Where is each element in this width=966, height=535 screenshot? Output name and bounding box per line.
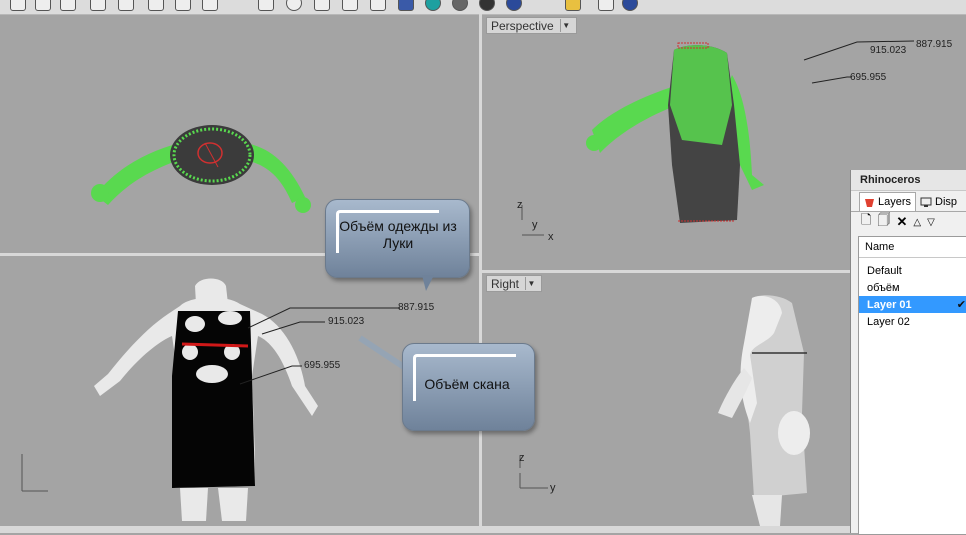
move-up-icon[interactable]: △ — [913, 217, 921, 228]
tab-label: Disp — [935, 196, 958, 208]
shaded-sphere-icon[interactable] — [452, 0, 468, 11]
move-down-icon[interactable]: ▽ — [927, 217, 935, 228]
dimension-label: 915.023 — [328, 316, 365, 327]
freeform-tool-icon[interactable] — [60, 0, 76, 11]
lock-icon[interactable] — [370, 0, 386, 11]
rendered-sphere-icon[interactable] — [479, 0, 495, 11]
right-view-scan — [519, 295, 810, 526]
layer-row-layer-02[interactable]: Layer 02 — [859, 313, 966, 330]
zoom-window-icon[interactable] — [118, 0, 134, 11]
status-bar — [0, 526, 850, 533]
axis-z-label: z — [519, 452, 525, 464]
panel-tabs: Layers Disp — [851, 191, 966, 212]
dimension-label: 887.915 — [398, 302, 435, 313]
layers-panel: Rhinoceros Layers Disp 🗋 🗍 ✕ △ ▽ Name De… — [850, 170, 966, 535]
new-layer-icon[interactable]: 🗋 — [861, 211, 871, 233]
layer-row-layer-01[interactable]: Layer 01 ✔ — [859, 296, 966, 313]
monitor-icon — [920, 197, 932, 207]
callout-garment-volume: Объём одежды из Луки — [325, 199, 470, 291]
environment-icon[interactable] — [506, 0, 522, 11]
panel-title: Rhinoceros — [851, 170, 966, 191]
polyline-tool-icon[interactable] — [10, 0, 26, 11]
current-layer-check-icon[interactable]: ✔ — [957, 298, 966, 311]
zoom-icon[interactable] — [90, 0, 106, 11]
layer-name: Layer 01 — [867, 298, 912, 311]
layer-row-volume[interactable]: объём — [859, 279, 966, 296]
circle-tool-icon[interactable] — [286, 0, 302, 11]
material-icon[interactable] — [425, 0, 441, 11]
layer-name: Default — [867, 264, 902, 277]
help-icon[interactable] — [622, 0, 638, 11]
tab-display[interactable]: Disp — [916, 193, 961, 211]
delete-icon[interactable]: ✕ — [896, 214, 907, 230]
layer-row-default[interactable]: Default — [859, 262, 966, 279]
tab-layers[interactable]: Layers — [859, 192, 917, 211]
dimension-label: 887.915 — [916, 39, 953, 50]
rectangle-tool-icon[interactable] — [202, 0, 218, 11]
curve-tool-icon[interactable] — [35, 0, 51, 11]
layer-name: объём — [867, 281, 900, 294]
callout-pointer — [422, 275, 434, 291]
dimension-label: 695.955 — [850, 72, 887, 83]
layer-name: Layer 02 — [867, 315, 910, 328]
axis-z-label: z — [517, 199, 523, 211]
pen-tool-icon[interactable] — [342, 0, 358, 11]
callout-text: Объём скана — [424, 376, 510, 392]
zoom-extents-icon[interactable] — [148, 0, 164, 11]
callout-text: Объём одежды из Луки — [339, 218, 457, 251]
toolbar — [0, 0, 966, 15]
layer-list: Name Default объём Layer 01 ✔ Layer 02 — [858, 236, 966, 535]
column-header-name[interactable]: Name — [859, 237, 966, 258]
options-icon[interactable] — [598, 0, 614, 11]
dimension-label: 695.955 — [304, 360, 341, 371]
callout-scan-volume: Объём скана — [402, 343, 535, 431]
axis-x-label: x — [548, 231, 554, 243]
viewport-divider-horizontal[interactable] — [482, 270, 850, 273]
viewport-right[interactable]: Right ▼ z y — [482, 273, 850, 526]
layer-toolbar: 🗋 🗍 ✕ △ ▽ — [851, 212, 966, 232]
dimension-tool-icon[interactable] — [314, 0, 330, 11]
new-sublayer-icon[interactable]: 🗍 — [877, 211, 890, 233]
axis-y-label: y — [532, 219, 538, 231]
tab-label: Layers — [878, 196, 912, 208]
zoom-selected-icon[interactable] — [175, 0, 191, 11]
dimension-label: 915.023 — [870, 45, 907, 56]
layers-icon — [865, 198, 874, 207]
render-icon[interactable] — [398, 0, 414, 11]
grid-icon[interactable] — [258, 0, 274, 11]
light-icon[interactable] — [565, 0, 581, 11]
axis-y-label: y — [550, 482, 556, 494]
